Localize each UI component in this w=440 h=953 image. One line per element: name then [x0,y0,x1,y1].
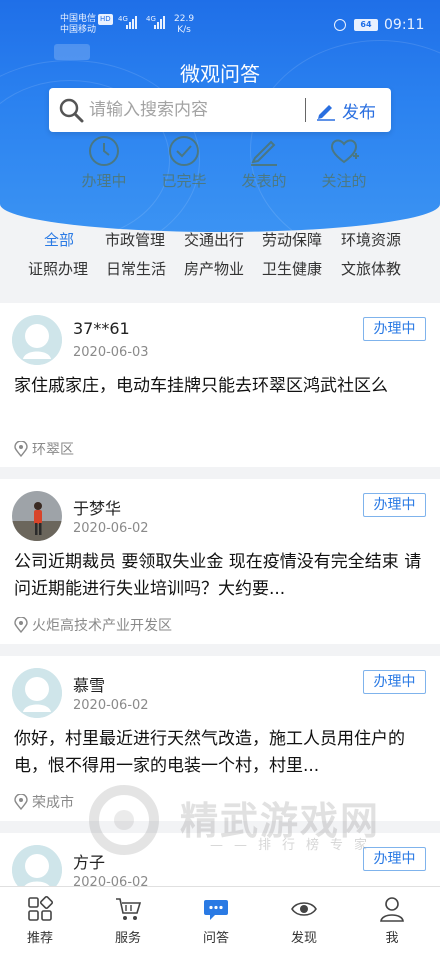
location-pin-icon [14,441,28,457]
category-environment[interactable]: 环境资源 [341,229,401,250]
signal-bars-icon [126,16,137,29]
search-input[interactable] [89,88,301,132]
hd-badge: HD [98,14,113,25]
post-card[interactable]: 慕雪 2020-06-02 办理中 你好，村里最近进行天然气改造，施工人员用住户… [0,656,440,821]
status-bar: 中国电信 HD 中国移动 4G 4G 22.9 K/s 64 09:11 [0,0,440,44]
category-property[interactable]: 房产物业 [184,258,244,279]
check-circle-icon [169,136,199,166]
post-date: 2020-06-02 [73,875,149,886]
bottom-nav: 推荐 服务 问答 发现 我 [0,886,440,953]
signal-bars-icon [154,16,165,29]
default-avatar-icon [12,845,62,886]
carrier-info: 中国电信 HD 中国移动 [60,14,113,36]
status-badge: 办理中 [363,317,426,341]
avatar[interactable] [12,845,62,886]
chat-icon [204,900,228,920]
pen-icon [251,140,277,166]
post-date: 2020-06-02 [73,521,149,536]
username[interactable]: 方子 [73,849,105,873]
cart-icon [116,898,142,920]
username[interactable]: 慕雪 [73,672,105,696]
photo-avatar [12,491,62,541]
location: 环翠区 [14,439,74,459]
quick-tab-published[interactable]: 发表的 [224,134,304,191]
pen-icon [317,105,335,121]
username[interactable]: 37**61 [73,319,130,338]
clock-icon [89,136,119,166]
alarm-icon [334,19,346,31]
question-text[interactable]: 家住戚家庄，电动车挂牌只能去环翠区鸿武社区么 [14,373,428,400]
header-banner: 中国电信 HD 中国移动 4G 4G 22.9 K/s 64 09:11 微观问答… [0,0,440,232]
post-card[interactable]: 37**61 2020-06-03 办理中 家住戚家庄，电动车挂牌只能去环翠区鸿… [0,303,440,467]
heart-plus-icon [330,139,359,164]
avatar[interactable] [12,315,62,365]
category-licenses[interactable]: 证照办理 [28,258,88,279]
nav-me[interactable]: 我 [362,895,422,946]
category-filter: 全部 市政管理 交通出行 劳动保障 环境资源 证照办理 日常生活 房产物业 卫生… [0,226,440,290]
default-avatar-icon [12,315,62,365]
nav-recommend[interactable]: 推荐 [10,895,70,946]
battery-icon: 64 [354,19,378,31]
location: 火炬高技术产业开发区 [14,615,172,635]
post-card[interactable]: 于梦华 2020-06-02 办理中 公司近期裁员 要领取失业金 现在疫情没有完… [0,479,440,644]
category-health[interactable]: 卫生健康 [262,258,322,279]
person-icon [380,897,404,922]
post-card[interactable]: 方子 2020-06-02 办理中 [0,833,440,886]
avatar[interactable] [12,491,62,541]
avatar[interactable] [12,668,62,718]
nav-service[interactable]: 服务 [98,895,158,946]
username[interactable]: 于梦华 [73,495,121,519]
category-all[interactable]: 全部 [44,229,74,250]
post-date: 2020-06-02 [73,698,149,713]
net-speed: 22.9 K/s [174,14,195,35]
search-icon[interactable] [58,97,84,123]
publish-button[interactable]: 发布 [315,88,391,132]
eye-icon [291,902,317,916]
question-text[interactable]: 你好，村里最近进行天然气改造，施工人员用住户的电，恨不得用一家的电装一个村，村里… [14,726,428,780]
search-divider [305,98,306,122]
category-municipal[interactable]: 市政管理 [105,229,165,250]
location-pin-icon [14,617,28,633]
status-badge: 办理中 [363,847,426,871]
question-text[interactable]: 公司近期裁员 要领取失业金 现在疫情没有完全结束 请问近期能进行失业培训吗？大约… [14,549,428,603]
category-daily-life[interactable]: 日常生活 [106,258,166,279]
quick-tab-completed[interactable]: 已完毕 [144,134,224,191]
status-time: 09:11 [384,17,425,33]
carrier-2: 中国移动 [60,25,97,35]
location-pin-icon [14,794,28,810]
default-avatar-icon [12,668,62,718]
quick-tab-following[interactable]: 关注的 [304,134,384,191]
quick-tab-processing[interactable]: 办理中 [64,134,144,191]
status-badge: 办理中 [363,670,426,694]
nav-qa[interactable]: 问答 [186,895,246,946]
search-bar: 发布 [49,88,391,132]
location: 荣成市 [14,792,74,812]
category-labor[interactable]: 劳动保障 [262,229,322,250]
carrier-1: 中国电信 [60,14,97,24]
nav-discover[interactable]: 发现 [274,895,334,946]
grid-icon [28,895,54,921]
status-badge: 办理中 [363,493,426,517]
category-culture[interactable]: 文旅体教 [341,258,401,279]
page-title: 微观问答 [180,62,260,86]
post-date: 2020-06-03 [73,345,149,360]
publish-label: 发布 [342,102,376,123]
category-traffic[interactable]: 交通出行 [184,229,244,250]
quick-tabs: 办理中 已完毕 发表的 关注的 [64,134,384,194]
